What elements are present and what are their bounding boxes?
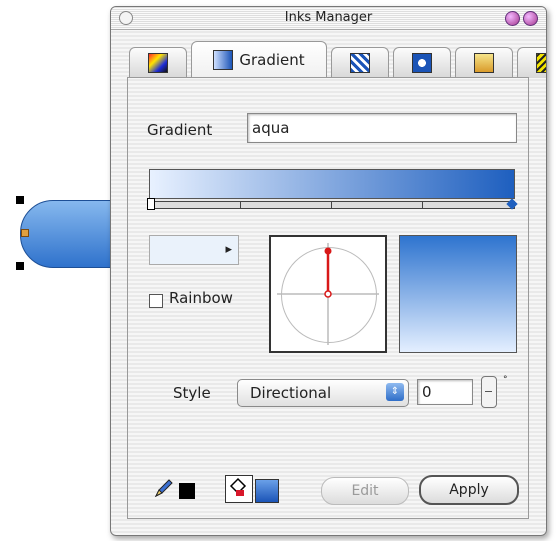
dropdown-arrows-icon: ⇕ <box>386 383 404 401</box>
dial-crosshair-icon <box>277 243 379 345</box>
angle-dial[interactable] <box>269 235 387 353</box>
selected-shape[interactable] <box>20 200 122 268</box>
degree-unit: ° <box>503 375 508 385</box>
angle-field[interactable]: 0 <box>417 379 473 405</box>
fill-tool-button[interactable] <box>225 475 253 503</box>
gradient-name-field[interactable]: aqua <box>247 113 517 143</box>
inks-manager-window: Inks Manager Gradient Gradient aqua ▸ Ra… <box>110 6 547 536</box>
tab-ink-mixer[interactable] <box>129 47 187 78</box>
style-label: Style <box>173 384 211 402</box>
color-value-field[interactable]: ▸ <box>149 235 239 265</box>
style-dropdown-value: Directional <box>250 384 332 402</box>
gradient-name-label: Gradient <box>147 121 213 139</box>
tab-gradient-label: Gradient <box>239 51 305 69</box>
apply-button[interactable]: Apply <box>419 475 519 505</box>
style-dropdown[interactable]: Directional ⇕ <box>237 379 409 407</box>
gradient-preview-bar[interactable] <box>149 169 515 199</box>
edit-button[interactable]: Edit <box>321 477 409 505</box>
color-stop-start[interactable] <box>147 198 155 210</box>
zoom-button-icon[interactable] <box>523 11 538 26</box>
title-bar[interactable]: Inks Manager <box>111 7 546 30</box>
close-box-icon[interactable] <box>119 11 133 25</box>
rainbow-checkbox[interactable] <box>149 294 163 308</box>
gradient-swatch-preview <box>399 235 517 353</box>
collapse-button-icon[interactable] <box>505 11 520 26</box>
arrow-right-icon[interactable]: ▸ <box>225 242 232 257</box>
tab-texture[interactable] <box>393 47 451 78</box>
pencil-icon[interactable] <box>153 477 175 499</box>
angle-value: 0 <box>422 383 432 401</box>
tab-gradient[interactable]: Gradient <box>191 41 327 78</box>
gradient-tab-icon <box>213 50 234 70</box>
tab-bar: Gradient <box>129 41 546 78</box>
paint-bucket-icon <box>229 477 247 496</box>
image-fill-icon <box>474 53 494 73</box>
hatch-icon <box>536 53 546 73</box>
selection-handle-bottom[interactable] <box>16 262 24 270</box>
angle-stepper[interactable] <box>481 376 497 408</box>
selection-handle-top[interactable] <box>16 196 24 204</box>
pattern-icon <box>350 53 370 73</box>
texture-icon <box>412 53 432 73</box>
rainbow-label: Rainbow <box>169 289 233 307</box>
stroke-color-swatch[interactable] <box>179 483 195 499</box>
tab-pattern[interactable] <box>331 47 389 78</box>
gradient-ruler[interactable] <box>149 201 515 209</box>
window-title: Inks Manager <box>284 10 373 25</box>
tab-hatch[interactable] <box>517 47 546 78</box>
tab-image-fill[interactable] <box>455 47 513 78</box>
gradient-name-value: aqua <box>252 119 290 137</box>
ink-mixer-icon <box>148 53 168 73</box>
fill-color-swatch[interactable] <box>255 479 279 503</box>
shape-anchor-point[interactable] <box>21 229 29 237</box>
